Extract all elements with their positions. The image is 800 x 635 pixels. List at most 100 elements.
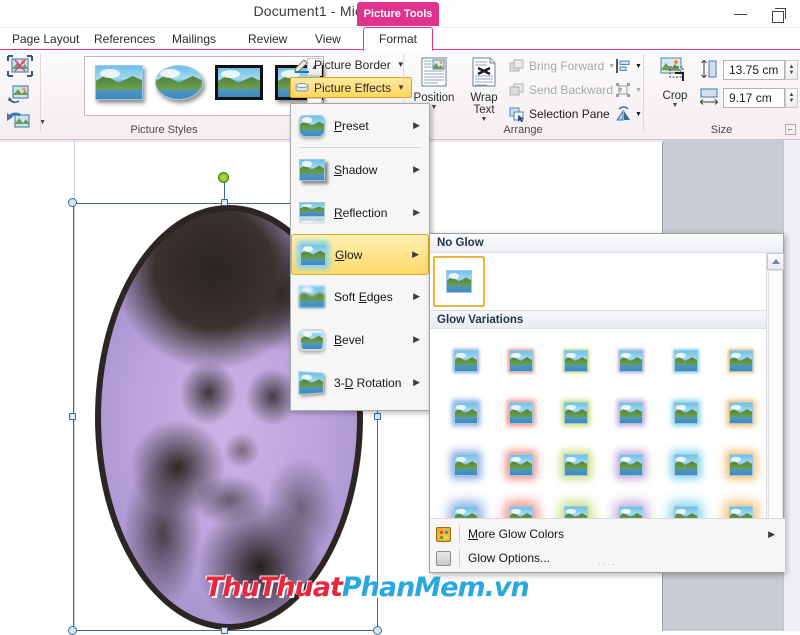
glow-option-r3-c2[interactable] (493, 439, 548, 491)
glow-option-r2-c1[interactable] (438, 387, 493, 439)
document-vertical-scrollbar[interactable] (783, 140, 800, 631)
glow-option-r1-c5[interactable] (658, 335, 713, 387)
tab-mailings[interactable]: Mailings (162, 28, 226, 50)
glow-option-r3-c1[interactable] (438, 439, 493, 491)
glow-thumb-icon (618, 402, 643, 424)
glow-option-r3-c4[interactable] (603, 439, 658, 491)
crop-label: Crop (662, 90, 688, 102)
remove-background-icon (7, 55, 33, 77)
group-icon (616, 83, 630, 97)
bring-forward-icon (509, 59, 524, 72)
tab-format[interactable]: Format (363, 27, 433, 51)
tab-page-layout[interactable]: Page Layout (2, 28, 89, 50)
ribbon-group-arrange: Position ▼ Wrap Text ▼ Bring Forward ▼ S… (403, 50, 643, 138)
shadow-thumb-icon (299, 158, 325, 181)
tab-view[interactable]: View (305, 28, 351, 50)
selection-pane-button[interactable]: Selection Pane (509, 104, 610, 124)
glow-option-r2-c5[interactable] (658, 387, 713, 439)
picture-effects-label: Picture Effects (314, 80, 392, 95)
glow-thumb-icon (508, 350, 533, 372)
glow-option-r1-c2[interactable] (493, 335, 548, 387)
glow-thumb-icon (508, 454, 533, 476)
color-corrections-button[interactable] (6, 82, 36, 108)
chevron-down-icon[interactable]: ▼ (635, 111, 642, 118)
glow-option-no-glow[interactable] (433, 256, 485, 307)
glow-thumb-icon (728, 402, 753, 424)
chevron-down-icon[interactable]: ▼ (431, 104, 438, 111)
glow-options-icon (436, 550, 451, 566)
effects-menu-label: Bevel (334, 332, 365, 347)
preset-thumb-icon (299, 114, 325, 137)
tab-references[interactable]: References (84, 28, 165, 50)
glow-option-r2-c2[interactable] (493, 387, 548, 439)
resize-handle-middle-left[interactable] (69, 413, 76, 420)
glow-option-r1-c3[interactable] (548, 335, 603, 387)
position-icon (421, 57, 447, 87)
wrap-text-button[interactable]: Wrap Text ▼ (459, 55, 509, 131)
picture-style-beveled-matte-black[interactable] (215, 65, 263, 100)
selection-pane-label: Selection Pane (529, 107, 610, 121)
picture-effects-menu: Preset ▶ Shadow ▶ Reflection ▶ Glow ▶ So… (290, 103, 430, 411)
chevron-down-icon[interactable]: ▼ (672, 102, 679, 109)
glow-option-r1-c4[interactable] (603, 335, 658, 387)
resize-handle-middle-right[interactable] (374, 413, 381, 420)
shape-height-spinner[interactable]: ▲ ▼ (785, 60, 798, 80)
tab-review[interactable]: Review (238, 28, 297, 50)
glow-option-r3-c5[interactable] (658, 439, 713, 491)
resize-handle-top-left[interactable] (68, 198, 77, 207)
glow-option-r3-c3[interactable] (548, 439, 603, 491)
glow-no-glow-header: No Glow (430, 234, 783, 253)
rotate-button[interactable]: ▼ (615, 104, 642, 124)
effects-menu-label: Reflection (334, 205, 388, 220)
bring-forward-button[interactable]: Bring Forward ▼ (509, 56, 615, 76)
glow-option-r2-c6[interactable] (713, 387, 768, 439)
shape-height-field[interactable]: 13.75 cm (723, 60, 785, 80)
effects-menu-label: Soft Edges (334, 289, 393, 304)
effects-menu-item-reflection[interactable]: Reflection ▶ (291, 191, 429, 234)
glow-option-r2-c3[interactable] (548, 387, 603, 439)
picture-style-oval-soft-edge[interactable] (155, 65, 203, 100)
chevron-down-icon[interactable]: ▼ (481, 116, 488, 123)
resize-grip[interactable]: ···· (598, 560, 617, 569)
effects-menu-item-bevel[interactable]: Bevel ▶ (291, 318, 429, 361)
resize-handle-top-center[interactable] (221, 199, 228, 206)
more-glow-colors-item[interactable]: More Glow Colors ▶ (430, 522, 785, 546)
group-button[interactable]: ▼ (615, 80, 642, 100)
crop-icon (660, 57, 684, 81)
effects-menu-item-shadow[interactable]: Shadow ▶ (291, 148, 429, 191)
picture-border-button[interactable]: Picture Border ▼ (290, 54, 412, 75)
picture-style-simple-frame-white[interactable] (95, 65, 143, 100)
effects-menu-item-soft-edges[interactable]: Soft Edges ▶ (291, 275, 429, 318)
group-separator (40, 54, 41, 132)
soft-edges-thumb-icon (299, 285, 325, 308)
size-dialog-launcher[interactable]: ⌐ (785, 124, 796, 135)
glow-scroll-up-button[interactable] (767, 253, 784, 270)
minimize-button[interactable] (722, 2, 758, 26)
wrap-text-label: Wrap Text (470, 92, 498, 116)
more-glow-colors-label: More Glow Colors (468, 527, 565, 541)
shape-width-field[interactable]: 9.17 cm (723, 88, 785, 108)
glow-thumb-icon (728, 454, 753, 476)
effects-menu-item-3d-rotation[interactable]: 3-D Rotation ▶ (291, 361, 429, 404)
shape-width-spinner[interactable]: ▲ ▼ (785, 88, 798, 108)
chevron-down-icon[interactable]: ▼ (635, 87, 642, 94)
submenu-arrow-icon: ▶ (413, 120, 420, 130)
picture-effects-button[interactable]: Picture Effects ▼ (290, 77, 413, 98)
spin-down-icon[interactable]: ▼ (789, 98, 795, 104)
effects-menu-item-glow[interactable]: Glow ▶ (291, 234, 429, 275)
rotation-handle[interactable] (218, 172, 229, 183)
glow-option-r1-c6[interactable] (713, 335, 768, 387)
align-button[interactable]: ▼ (615, 56, 642, 76)
effects-menu-item-preset[interactable]: Preset ▶ (291, 104, 429, 147)
remove-background-button[interactable] (6, 54, 36, 80)
restore-button[interactable] (760, 2, 796, 26)
spin-down-icon[interactable]: ▼ (789, 70, 795, 76)
glow-option-r3-c6[interactable] (713, 439, 768, 491)
glow-gallery-scrollbar[interactable] (766, 253, 784, 555)
glow-option-r1-c1[interactable] (438, 335, 493, 387)
glow-scroll-track[interactable] (768, 270, 783, 538)
glow-option-r2-c4[interactable] (603, 387, 658, 439)
chevron-down-icon[interactable]: ▼ (635, 63, 642, 70)
crop-button[interactable]: Crop ▼ (651, 55, 699, 131)
send-backward-button[interactable]: Send Backward ▼ (509, 80, 624, 100)
